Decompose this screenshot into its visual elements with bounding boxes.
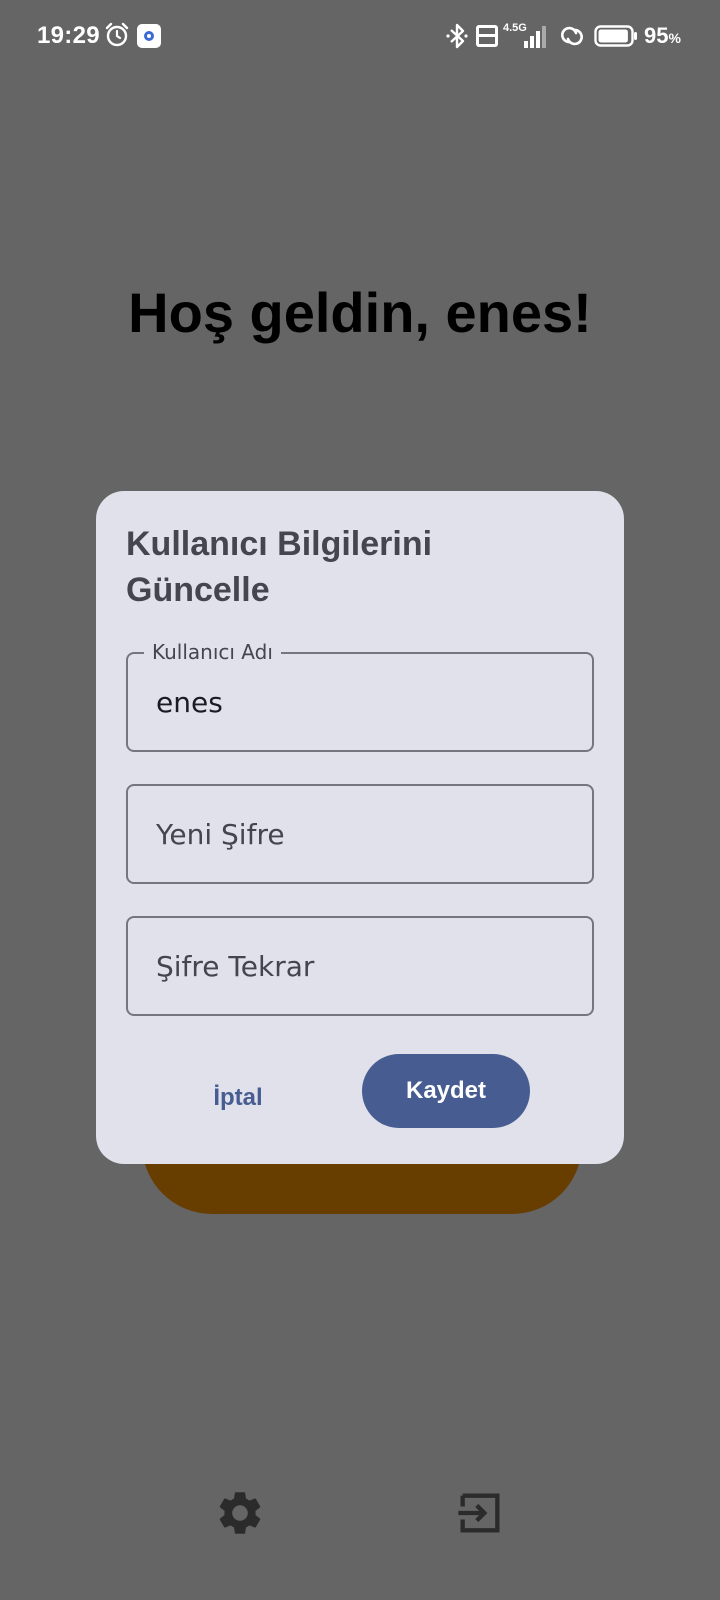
app-notification-icon bbox=[137, 24, 161, 48]
new-password-input[interactable] bbox=[156, 786, 576, 882]
username-field[interactable]: Kullanıcı Adı bbox=[126, 640, 594, 752]
update-user-dialog: Kullanıcı Bilgilerini Güncelle Kullanıcı… bbox=[96, 491, 624, 1164]
dialog-title: Kullanıcı Bilgilerini Güncelle bbox=[126, 525, 433, 609]
hotspot-icon bbox=[561, 26, 583, 46]
status-time: 19:29 bbox=[37, 22, 100, 49]
cancel-button[interactable]: İptal bbox=[202, 1078, 274, 1118]
save-button[interactable]: Kaydet bbox=[362, 1054, 530, 1128]
confirm-password-input[interactable] bbox=[156, 918, 576, 1014]
battery-percent-sign: % bbox=[668, 30, 681, 46]
confirm-password-field[interactable] bbox=[126, 916, 594, 1016]
greeting-title: Hoş geldin, enes! bbox=[128, 281, 592, 344]
volte-icon bbox=[476, 25, 498, 47]
logout-icon[interactable] bbox=[454, 1487, 506, 1539]
battery-percent: 95% bbox=[644, 23, 681, 48]
signal-icon bbox=[524, 26, 546, 48]
battery-icon bbox=[594, 25, 637, 47]
settings-icon[interactable] bbox=[214, 1487, 266, 1539]
new-password-field[interactable] bbox=[126, 784, 594, 884]
alarm-icon bbox=[105, 22, 129, 47]
bluetooth-icon bbox=[446, 23, 468, 49]
status-bar: 19:29 4.5G 95% bbox=[0, 0, 720, 76]
username-input[interactable] bbox=[156, 654, 576, 750]
